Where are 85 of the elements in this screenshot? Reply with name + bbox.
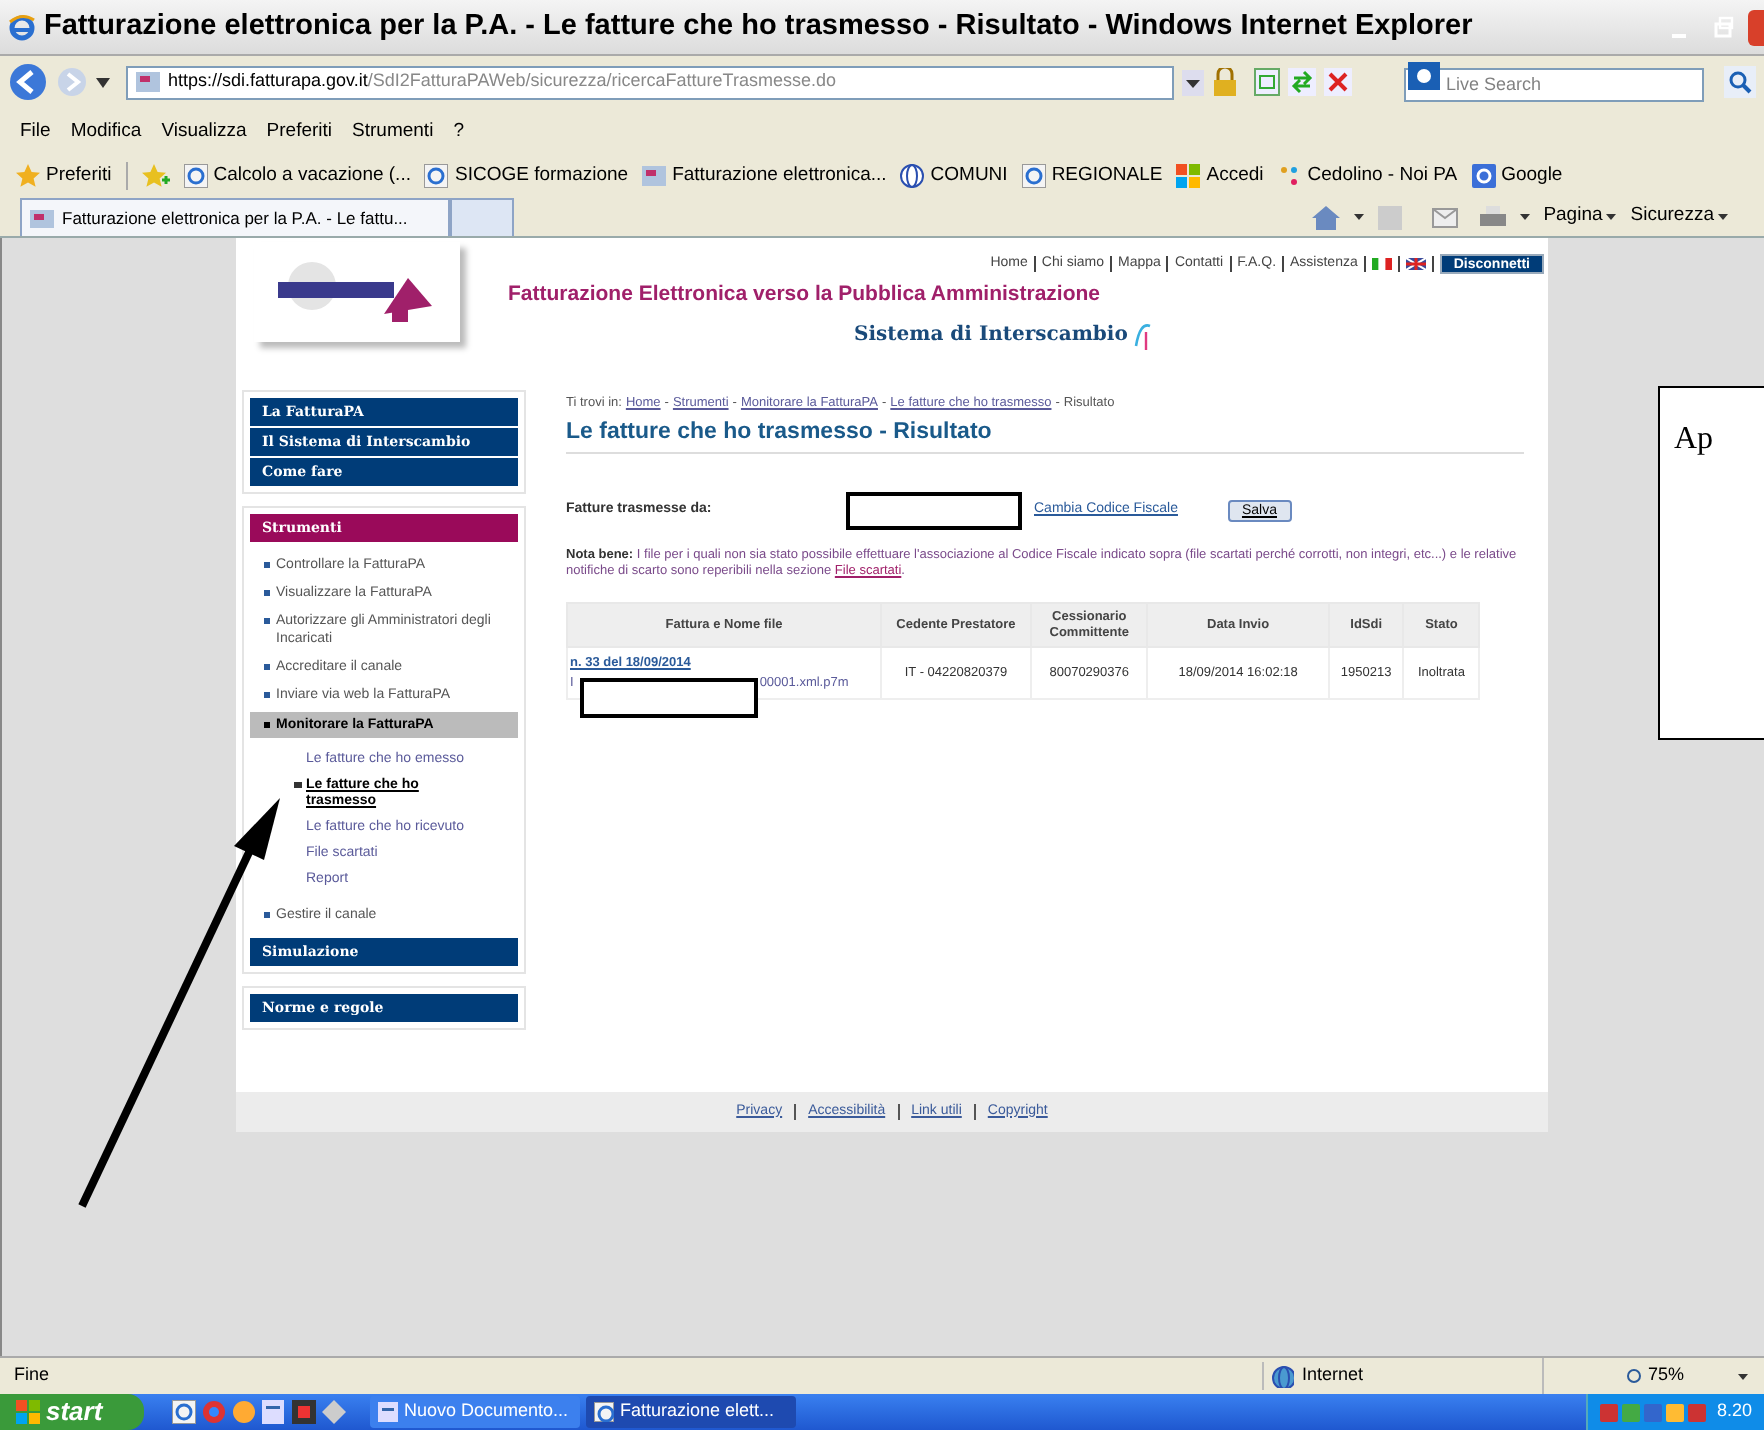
bullet-icon: [294, 782, 302, 788]
diamond-icon: [322, 1400, 346, 1424]
caret-icon: [1353, 214, 1364, 220]
document-icon: [378, 1402, 398, 1422]
add-favorite-icon: [141, 164, 170, 188]
browser-icon: [172, 1400, 196, 1424]
star-icon: [16, 164, 40, 188]
bullet-icon: [264, 692, 270, 698]
page-heading: Le fatture che ho trasmesso - Risultato: [566, 415, 1524, 454]
menu-item[interactable]: ?: [453, 117, 464, 147]
globe-icon: [900, 164, 925, 188]
favorite-link[interactable]: Cedolino - Noi PA: [1277, 161, 1458, 191]
home-icon: [1311, 205, 1340, 229]
favorite-link[interactable]: COMUNI: [900, 161, 1008, 191]
caret-icon: [1718, 214, 1728, 220]
compatibility-icon: [1254, 68, 1280, 96]
image-icon: [292, 1400, 316, 1424]
windows-icon: [16, 1400, 40, 1424]
live-search-icon: [1408, 62, 1440, 90]
menu-item[interactable]: Visualizza: [161, 117, 247, 147]
zoom-button[interactable]: 75%: [1618, 1362, 1738, 1390]
caret-icon: [1519, 214, 1530, 220]
search-field[interactable]: Live Search: [1404, 67, 1704, 101]
browser-tab[interactable]: Fatturazione elettronica per la P.A. - Le fattu...: [20, 198, 450, 236]
forward-icon: [56, 66, 88, 98]
pinwheel-icon: [1277, 164, 1302, 188]
favorite-link[interactable]: Accedi: [1176, 161, 1264, 191]
browser-icon: [1021, 164, 1046, 188]
lock-icon: [1212, 68, 1238, 96]
bullet-icon: [264, 562, 270, 568]
taskbar-button[interactable]: Nuovo Documento...: [370, 1396, 580, 1428]
italian-flag-icon: [1371, 258, 1392, 271]
browser-icon: [594, 1402, 614, 1422]
bullet-icon: [264, 618, 270, 624]
close-button[interactable]: [1748, 9, 1764, 45]
toolbar-menu[interactable]: Pagina: [1543, 202, 1617, 232]
taskbar-button[interactable]: Fatturazione elett...: [586, 1396, 796, 1428]
wave-logo-icon: [1133, 321, 1154, 350]
windows-icon: [1176, 164, 1201, 188]
page-icon: [30, 208, 54, 228]
bullet-icon: [264, 590, 270, 596]
browser-icon: [183, 164, 208, 188]
dropdown-icon: [1182, 69, 1204, 95]
window-title: Fatturazione elettronica per la P.A. - Le fatture che ho trasmesso - Risultato - Windows Internet Explorer: [44, 7, 1475, 46]
favorite-link[interactable]: Google: [1471, 161, 1563, 191]
favorite-link[interactable]: Calcolo a vacazione (...: [183, 161, 411, 191]
magnifier-icon: [1626, 1367, 1644, 1385]
toolbar-menu[interactable]: Sicurezza: [1630, 202, 1728, 232]
menu-item[interactable]: File: [20, 117, 51, 147]
refresh-icon: [1288, 68, 1316, 96]
status-text: Fine: [12, 1362, 52, 1389]
british-flag-icon: [1405, 258, 1426, 271]
menu-item[interactable]: Strumenti: [352, 117, 434, 147]
caret-icon: [1606, 214, 1617, 220]
favorite-link[interactable]: REGIONALE: [1021, 161, 1163, 191]
page-icon: [642, 164, 667, 188]
favorites-button[interactable]: Preferiti: [16, 161, 112, 191]
bullet-icon: [264, 912, 270, 918]
zone-text: Internet: [1302, 1362, 1364, 1389]
stop-icon: [1324, 68, 1352, 96]
caret-icon: [96, 77, 110, 87]
printer-icon: [1479, 205, 1506, 229]
globe-icon: [1272, 1365, 1294, 1387]
favorite-link[interactable]: Fatturazione elettronica...: [642, 161, 887, 191]
back-icon: [8, 62, 48, 102]
site-subtitle: Sistema di Interscambio: [854, 322, 1128, 351]
page-icon: [136, 72, 160, 92]
site-title: Fatturazione Elettronica verso la Pubblica Amministrazione: [508, 279, 1103, 309]
chrome-icon: [202, 1400, 226, 1424]
search-icon: [1724, 66, 1756, 98]
clock-text: 8.20: [1716, 1398, 1752, 1425]
google-icon: [1471, 164, 1496, 188]
menu-item[interactable]: Preferiti: [266, 117, 333, 147]
bullet-icon: [264, 664, 270, 670]
document-icon: [262, 1400, 286, 1424]
new-tab-button[interactable]: [450, 198, 514, 236]
bullet-icon: [264, 722, 270, 728]
start-button[interactable]: start: [0, 1394, 144, 1430]
document-text: Ap: [1674, 422, 1714, 456]
caret-icon: [1738, 1373, 1748, 1379]
menu-item[interactable]: Modifica: [70, 117, 142, 147]
favorite-link[interactable]: SICOGE formazione: [424, 161, 629, 191]
browser-icon: [8, 13, 36, 41]
address-field[interactable]: https://sdi.fatturapa.gov.it/SdI2FatturaPAWeb/sicurezza/ricercaFattureTrasmesse.do: [126, 65, 1174, 99]
browser-icon: [424, 164, 449, 188]
